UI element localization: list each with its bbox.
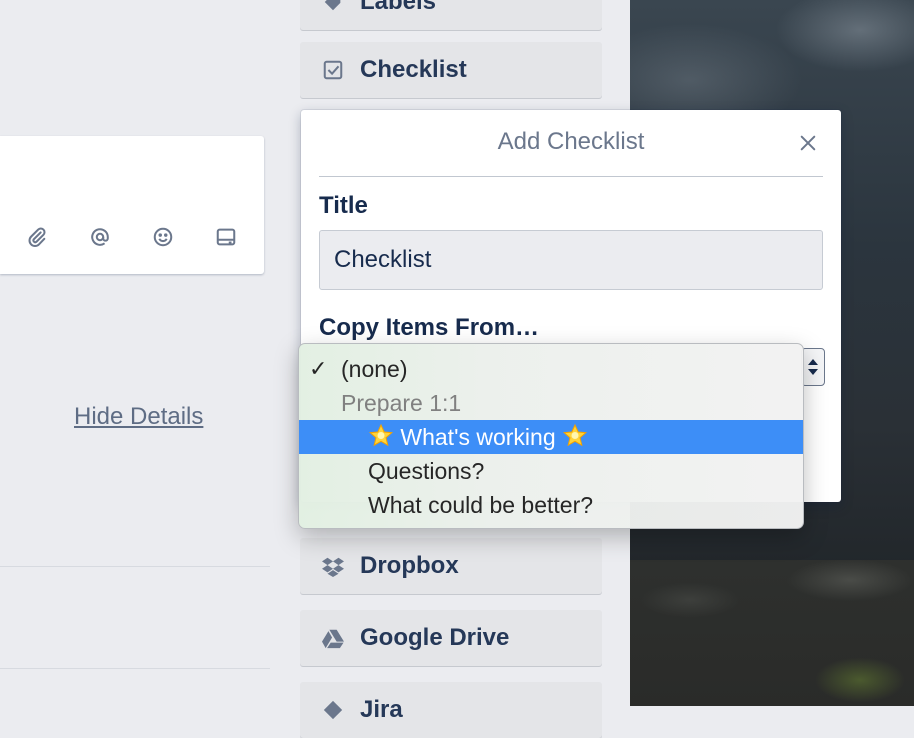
checklist-button[interactable]: Checklist <box>300 42 602 98</box>
option-whats-working[interactable]: What's working <box>299 420 803 454</box>
emoji-icon[interactable] <box>148 222 178 252</box>
labels-button[interactable]: Labels <box>300 0 602 30</box>
copy-items-label: Copy Items From… <box>319 314 540 341</box>
hide-details-link[interactable]: Hide Details <box>74 403 203 431</box>
star-emoji-icon <box>562 423 588 447</box>
checkbox-icon <box>322 58 346 82</box>
mention-icon[interactable] <box>85 222 115 252</box>
star-emoji-icon <box>368 423 394 447</box>
jira-button[interactable]: Jira <box>300 682 602 738</box>
google-drive-button-label: Google Drive <box>360 624 510 651</box>
copy-items-select[interactable] <box>801 348 825 386</box>
copy-items-dropdown: ✓ (none) Prepare 1:1 What's working Ques… <box>298 343 804 529</box>
option-none[interactable]: ✓ (none) <box>299 352 803 386</box>
google-drive-icon <box>322 626 346 650</box>
dropbox-button-label: Dropbox <box>360 552 459 579</box>
close-icon[interactable] <box>795 130 821 156</box>
attachment-icon[interactable] <box>22 222 52 252</box>
option-what-could-be-better[interactable]: What could be better? <box>299 488 803 522</box>
background-moss <box>810 640 914 706</box>
checkmark-icon: ✓ <box>309 356 328 381</box>
section-divider <box>0 566 270 567</box>
option-label: What could be better? <box>368 492 594 518</box>
jira-icon <box>322 698 346 722</box>
labels-button-label: Labels <box>360 0 437 15</box>
option-label: (none) <box>341 356 408 382</box>
option-label: What's working <box>400 424 556 450</box>
section-divider <box>0 668 270 669</box>
popover-title: Add Checklist <box>497 128 645 155</box>
label-icon <box>322 0 346 14</box>
select-arrows-icon <box>808 359 818 375</box>
jira-button-label: Jira <box>360 696 403 723</box>
title-field-label: Title <box>319 192 368 219</box>
option-group-header: Prepare 1:1 <box>341 390 462 416</box>
google-drive-button[interactable]: Google Drive <box>300 610 602 666</box>
dropbox-button[interactable]: Dropbox <box>300 538 602 594</box>
checklist-title-input[interactable] <box>319 230 823 290</box>
comment-toolbar <box>22 222 241 252</box>
popover-divider <box>319 176 823 177</box>
checklist-button-label: Checklist <box>360 56 467 83</box>
dropbox-icon <box>322 554 346 578</box>
comment-box[interactable] <box>0 136 264 274</box>
option-questions[interactable]: Questions? <box>299 454 803 488</box>
option-label: Questions? <box>368 458 485 484</box>
card-icon[interactable] <box>211 222 241 252</box>
